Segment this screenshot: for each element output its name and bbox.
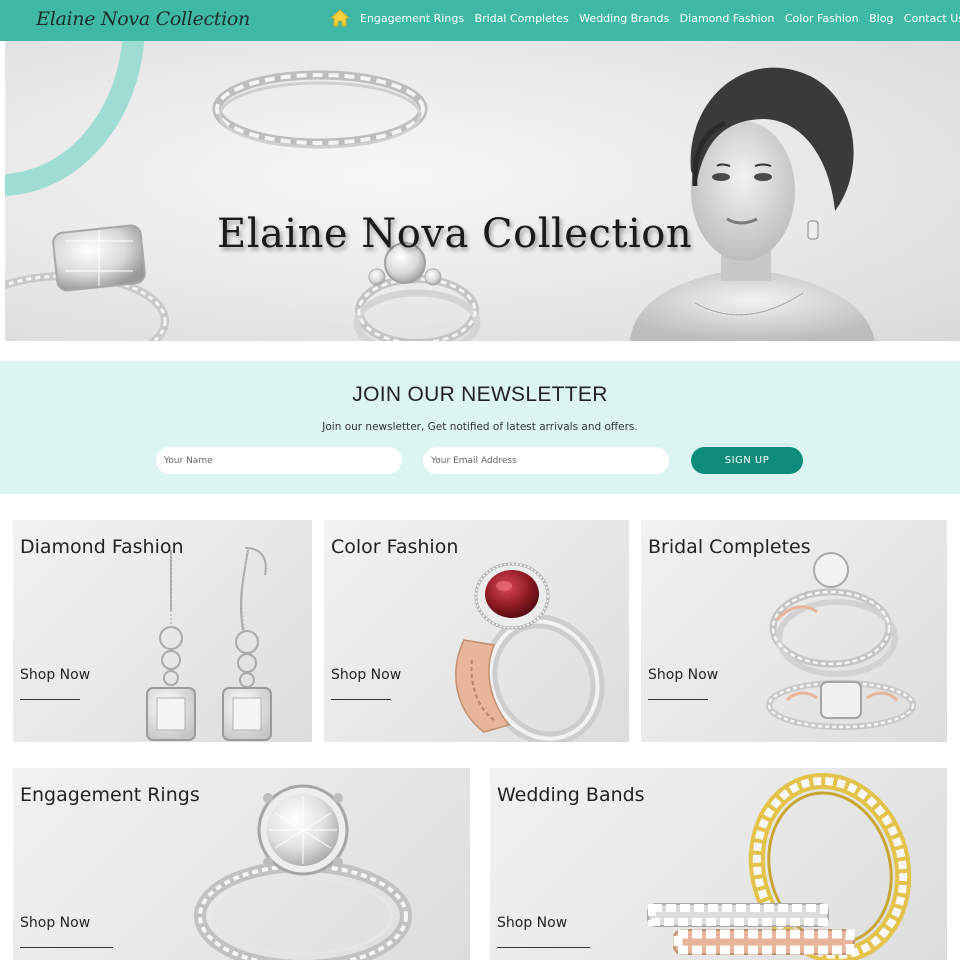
- shop-now-underline: [20, 699, 80, 700]
- nav-blog[interactable]: Blog: [869, 12, 893, 25]
- model-portrait-image: [630, 67, 875, 341]
- email-input[interactable]: [423, 447, 669, 474]
- card-title: Engagement Rings: [20, 784, 200, 806]
- shop-now-link[interactable]: Shop Now: [497, 915, 567, 931]
- bridal-set-image: [353, 242, 481, 341]
- nav-wedding-brands[interactable]: Wedding Brands: [579, 12, 669, 25]
- logo-text: Elaine Nova Collection: [36, 8, 250, 30]
- hero-banner[interactable]: Elaine Nova Collection: [5, 41, 960, 341]
- nav-color-fashion[interactable]: Color Fashion: [785, 12, 859, 25]
- name-input[interactable]: [156, 447, 402, 474]
- category-card-engagement-rings[interactable]: Engagement Rings Shop Now: [13, 768, 470, 960]
- card-title: Bridal Completes: [648, 536, 811, 558]
- nav-bridal-completes[interactable]: Bridal Completes: [475, 12, 569, 25]
- shop-now-underline: [331, 699, 391, 700]
- hero-artwork: [5, 67, 875, 341]
- category-card-bridal-completes[interactable]: Bridal Completes Shop Now: [641, 520, 947, 742]
- signup-button[interactable]: SIGN UP: [691, 447, 803, 474]
- shop-now-underline: [497, 947, 590, 948]
- nav-diamond-fashion[interactable]: Diamond Fashion: [680, 12, 775, 25]
- category-card-diamond-fashion[interactable]: Diamond Fashion Shop Now: [13, 520, 312, 742]
- shop-now-link[interactable]: Shop Now: [331, 667, 401, 683]
- eternity-band-image: [212, 70, 428, 149]
- home-icon[interactable]: [330, 8, 350, 28]
- site-header: Elaine Nova Collection Engagement Rings …: [0, 0, 960, 41]
- card-title: Color Fashion: [331, 536, 459, 558]
- shop-now-underline: [20, 947, 113, 948]
- category-card-wedding-bands[interactable]: Wedding Bands Shop Now: [490, 768, 947, 960]
- main-nav: Engagement Rings Bridal Completes Weddin…: [330, 0, 960, 36]
- site-logo[interactable]: Elaine Nova Collection: [30, 2, 250, 36]
- hero-title: Elaine Nova Collection: [217, 211, 693, 257]
- nav-contact-us[interactable]: Contact Us: [904, 12, 960, 25]
- category-card-color-fashion[interactable]: Color Fashion Shop Now: [324, 520, 629, 742]
- shop-now-link[interactable]: Shop Now: [20, 667, 90, 683]
- newsletter-title: JOIN OUR NEWSLETTER: [352, 383, 608, 406]
- shop-now-underline: [648, 699, 708, 700]
- shop-now-link[interactable]: Shop Now: [648, 667, 718, 683]
- newsletter-subtitle: Join our newsletter, Get notified of lat…: [322, 421, 638, 433]
- solitaire-ring-image: [5, 224, 169, 341]
- card-title: Diamond Fashion: [20, 536, 184, 558]
- newsletter-section: JOIN OUR NEWSLETTER Join our newsletter,…: [0, 361, 960, 494]
- shop-now-link[interactable]: Shop Now: [20, 915, 90, 931]
- card-title: Wedding Bands: [497, 784, 645, 806]
- nav-engagement-rings[interactable]: Engagement Rings: [360, 12, 464, 25]
